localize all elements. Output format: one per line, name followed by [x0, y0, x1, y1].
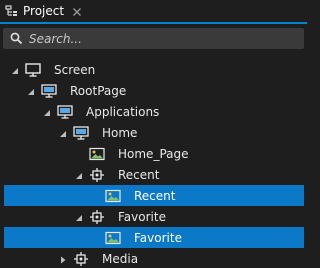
- tree-item[interactable]: Applications: [0, 101, 307, 122]
- search-input[interactable]: [29, 31, 289, 46]
- page-monitor-icon: [57, 104, 73, 119]
- image-icon: [105, 231, 121, 245]
- image-icon: [89, 147, 105, 161]
- expand-arrow-icon[interactable]: [74, 170, 84, 180]
- project-tree: Screen RootPage Applications Home Home_Page R…: [0, 59, 307, 268]
- collapse-arrow-icon[interactable]: [58, 254, 68, 264]
- tree-item-label: Home_Page: [118, 146, 189, 161]
- tree-item-label: RootPage: [70, 83, 127, 98]
- image-icon: [105, 189, 121, 203]
- project-tab[interactable]: Project: [0, 0, 90, 22]
- tree-item-label: Media: [102, 251, 139, 266]
- search-box[interactable]: [3, 28, 304, 49]
- tree-item-label: Favorite: [134, 230, 182, 245]
- close-icon[interactable]: [72, 6, 82, 16]
- tree-item-label: Home: [102, 125, 138, 140]
- expand-arrow-icon[interactable]: [58, 128, 68, 138]
- tree-item[interactable]: Favorite: [4, 227, 304, 248]
- expand-arrow-icon[interactable]: [26, 86, 36, 96]
- tree-item[interactable]: RootPage: [0, 80, 307, 101]
- panel-tab-bar: Project: [0, 0, 307, 24]
- search-icon: [10, 32, 23, 45]
- tree-item[interactable]: Recent: [4, 185, 304, 206]
- tree-item-label: Recent: [134, 188, 176, 203]
- tree-item[interactable]: Recent: [0, 164, 307, 185]
- tree-item[interactable]: Home: [0, 122, 307, 143]
- tree-item[interactable]: Screen: [0, 59, 307, 80]
- monitor-icon: [25, 62, 41, 77]
- page-monitor-icon: [41, 83, 57, 98]
- node-icon: [89, 167, 105, 182]
- expand-arrow-icon[interactable]: [42, 107, 52, 117]
- page-monitor-icon: [73, 125, 89, 140]
- tree-item[interactable]: Home_Page: [0, 143, 307, 164]
- tree-item[interactable]: Favorite: [0, 206, 307, 227]
- node-icon: [73, 251, 89, 266]
- expand-arrow-icon[interactable]: [74, 212, 84, 222]
- tree-item-label: Screen: [54, 62, 96, 77]
- tree-item-label: Favorite: [118, 209, 166, 224]
- tree-item-label: Applications: [86, 104, 160, 119]
- tab-title: Project: [23, 4, 65, 18]
- tree-item[interactable]: Media: [0, 248, 307, 268]
- expand-arrow-icon[interactable]: [10, 65, 20, 75]
- node-icon: [89, 209, 105, 224]
- project-panel-icon: [5, 4, 19, 18]
- tree-item-label: Recent: [118, 167, 160, 182]
- project-panel: Project Screen RootPage Applications Home Ho…: [0, 0, 307, 268]
